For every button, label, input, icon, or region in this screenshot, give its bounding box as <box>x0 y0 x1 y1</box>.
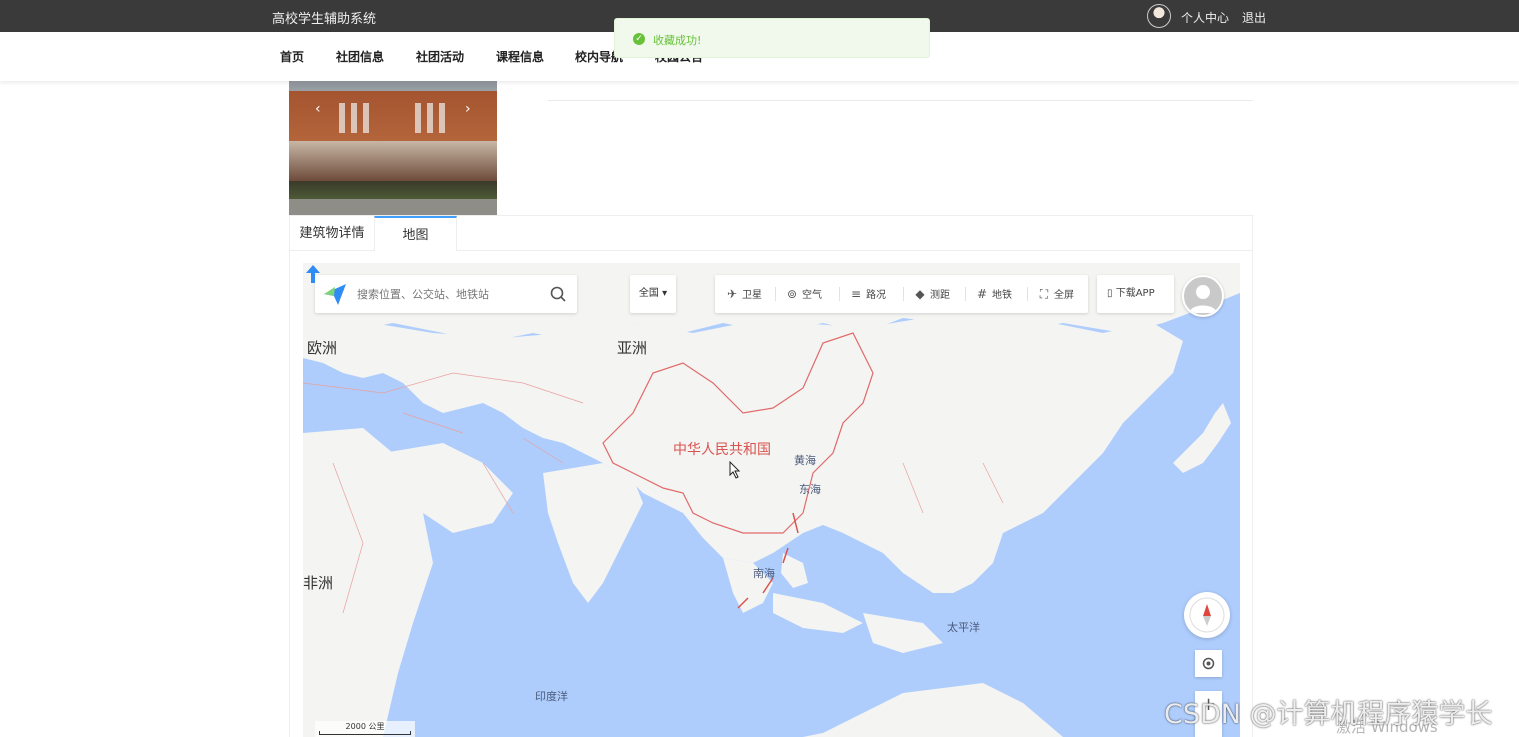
tab-map[interactable]: 地图 <box>374 216 457 251</box>
avatar[interactable] <box>1147 4 1171 28</box>
csdn-watermark: CSDN @计算机程序猿学长 <box>1164 699 1493 730</box>
user-icon <box>1189 285 1217 313</box>
map-label-south-sea: 南海 <box>753 567 775 580</box>
nav-item-home[interactable]: 首页 <box>280 48 304 65</box>
building-window <box>439 103 445 133</box>
divider <box>548 100 1253 101</box>
map-label-east-sea: 东海 <box>799 483 821 496</box>
building-window <box>339 103 345 133</box>
fullscreen-label: 全屏 <box>1054 290 1074 301</box>
map-view[interactable]: 欧洲 亚洲 非洲 中华人民共和国 黄海 东海 南海 太平洋 印度洋 全国 ▾ ✈… <box>303 263 1240 737</box>
map-label-asia: 亚洲 <box>617 339 648 357</box>
air-icon: ⊚ <box>786 287 798 301</box>
building-photo-carousel: ‹ › <box>289 81 497 215</box>
user-center-link[interactable]: 个人中心 <box>1181 9 1229 26</box>
carousel-prev-icon[interactable]: ‹ <box>315 101 321 117</box>
download-app-button[interactable]: ▯ 下载APP <box>1097 275 1174 313</box>
tab-building-details[interactable]: 建筑物详情 <box>290 216 374 251</box>
satellite-button[interactable]: ✈ 卫星 <box>725 275 762 313</box>
map-label-yellow-sea: 黄海 <box>794 454 816 467</box>
region-select[interactable]: 全国 ▾ <box>630 275 676 313</box>
locate-button[interactable] <box>1195 650 1222 677</box>
map-search-box <box>315 275 577 313</box>
building-window <box>415 103 421 133</box>
caret-down-icon: ▾ <box>662 288 668 299</box>
traffic-icon: ≡ <box>850 287 862 301</box>
scale-bar <box>319 731 411 735</box>
map-scale: 2000 公里 <box>315 721 415 737</box>
tool-separator <box>965 287 966 301</box>
measure-label: 测距 <box>930 290 950 301</box>
scale-label: 2000 公里 <box>345 722 385 731</box>
map-label-indian-ocean: 印度洋 <box>535 690 568 703</box>
tool-separator <box>1027 287 1028 301</box>
map-label-europe: 欧洲 <box>307 339 338 357</box>
map-label-china: 中华人民共和国 <box>673 442 771 458</box>
check-circle-icon: ✓ <box>633 33 645 45</box>
carousel-next-icon[interactable]: › <box>465 101 471 117</box>
route-icon[interactable] <box>303 263 323 285</box>
air-label: 空气 <box>802 290 822 301</box>
traffic-button[interactable]: ≡ 路况 <box>849 275 886 313</box>
traffic-label: 路况 <box>866 290 886 301</box>
ruler-icon: ◆ <box>915 287 925 301</box>
fullscreen-button[interactable]: ⛶ 全屏 <box>1037 275 1074 313</box>
search-icon[interactable] <box>549 285 567 303</box>
nav-item-clubs[interactable]: 社团信息 <box>336 48 384 65</box>
air-quality-button[interactable]: ⊚ 空气 <box>785 275 822 313</box>
compass-icon <box>1189 597 1225 633</box>
map-label-pacific: 太平洋 <box>947 621 980 634</box>
subway-button[interactable]: # 地铁 <box>975 275 1012 313</box>
subway-label: 地铁 <box>992 290 1012 301</box>
fullscreen-icon: ⛶ <box>1039 287 1049 301</box>
map-user-avatar[interactable] <box>1182 275 1224 317</box>
map-logo-icon <box>324 284 346 305</box>
nav-item-club-activities[interactable]: 社团活动 <box>416 48 464 65</box>
satellite-label: 卫星 <box>742 290 762 301</box>
building-window <box>351 103 357 133</box>
mouse-cursor-icon <box>729 461 741 479</box>
tool-separator <box>903 287 904 301</box>
tool-separator <box>775 287 776 301</box>
building-window <box>363 103 369 133</box>
region-select-label: 全国 <box>638 288 659 299</box>
phone-icon: ▯ <box>1107 288 1113 299</box>
compass-control[interactable] <box>1184 592 1230 638</box>
nav-item-courses[interactable]: 课程信息 <box>496 48 544 65</box>
map-search-input[interactable] <box>357 285 537 303</box>
tool-separator <box>839 287 840 301</box>
map-land-layer <box>303 263 1240 737</box>
logout-link[interactable]: 退出 <box>1242 9 1266 26</box>
download-app-label: 下载APP <box>1115 288 1155 299</box>
satellite-icon: ✈ <box>726 287 738 301</box>
building-window <box>427 103 433 133</box>
site-title: 高校学生辅助系统 <box>272 12 377 27</box>
map-toolbar: ✈ 卫星 ⊚ 空气 ≡ 路况 ◆ 测距 # 地铁 ⛶ 全屏 <box>715 275 1088 313</box>
measure-button[interactable]: ◆ 测距 <box>913 275 950 313</box>
subway-icon: # <box>976 287 988 301</box>
toast-message: 收藏成功! <box>653 34 702 47</box>
locate-icon <box>1202 657 1215 670</box>
map-label-africa: 非洲 <box>303 574 334 592</box>
success-toast: ✓ 收藏成功! <box>614 18 930 58</box>
